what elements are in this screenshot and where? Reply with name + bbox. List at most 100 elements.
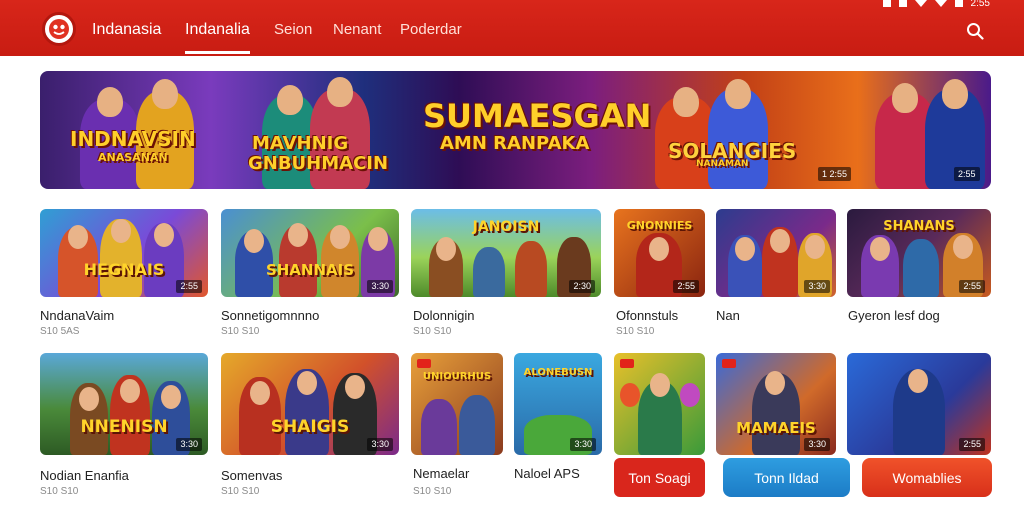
game-card[interactable]: GNONNIES 2:55 <box>614 209 705 297</box>
hero-face <box>97 87 123 117</box>
character-face <box>161 385 181 409</box>
card-label[interactable]: Ofonnstuls <box>616 308 678 324</box>
game-card[interactable]: 2:55 <box>847 353 991 455</box>
game-card[interactable]: MAMAEIS 3:30 <box>716 353 836 455</box>
character-face <box>953 235 973 259</box>
character-face <box>368 227 388 251</box>
card-art-title: SHANNAIS <box>265 261 355 279</box>
game-card[interactable]: HEGNAIS 2:55 <box>40 209 208 297</box>
status-bar: 2:55 <box>882 0 990 9</box>
card-label[interactable]: Sonnetigomnnno <box>221 308 319 324</box>
game-card[interactable]: SHAIGIS 3:30 <box>221 353 399 455</box>
duration-badge: 3:30 <box>367 438 393 451</box>
notification-icon <box>882 0 891 7</box>
character-face <box>650 373 670 397</box>
card-label[interactable]: Naloel APS <box>514 466 580 482</box>
game-card[interactable]: SHANNAIS 3:30 <box>221 209 399 297</box>
game-card[interactable]: JANOISN 2:30 <box>411 209 601 297</box>
card-meta: S10 S10 <box>221 486 260 497</box>
banner-headline: SUMAESGAN <box>423 97 652 135</box>
card-label[interactable]: Nemaelar <box>413 466 469 482</box>
character-face <box>79 387 99 411</box>
hero-face <box>152 79 178 109</box>
hero-face <box>277 85 303 115</box>
card-art-title: HEGNAIS <box>83 260 165 279</box>
banner-subtitle-right: NANAMAN <box>696 159 749 169</box>
action-button-2[interactable]: Tonn Ildad <box>723 458 850 497</box>
card-art-title: JANOISN <box>472 219 540 235</box>
banner-headline-sub: AMN RANPAKA <box>440 133 590 154</box>
card-art-title: UNIOURHUS <box>422 371 492 382</box>
character-art <box>473 247 505 297</box>
card-art-title: ALONEBUSN <box>523 367 593 378</box>
nav-item-active[interactable]: Indanalia <box>185 20 250 54</box>
character-face <box>297 371 317 395</box>
character-face <box>765 371 785 395</box>
card-meta: S10 S10 <box>413 326 452 337</box>
card-meta: S10 5AS <box>40 326 80 337</box>
card-art-title: SHANANS <box>883 219 955 234</box>
action-button-1[interactable]: Ton Soagi <box>614 458 705 497</box>
hero-face <box>942 79 968 109</box>
game-card[interactable]: NNENISN 3:30 <box>40 353 208 455</box>
character-face <box>735 237 755 261</box>
card-meta: S10 S10 <box>616 326 655 337</box>
game-card[interactable]: UNIOURHUS <box>411 353 503 455</box>
duration-badge: 3:30 <box>367 280 393 293</box>
card-label[interactable]: Nan <box>716 308 740 324</box>
banner-subtitle-mid: GNBUHMACIN <box>248 153 389 174</box>
hero-face <box>327 77 353 107</box>
character-face <box>250 381 270 405</box>
character-face <box>649 237 669 261</box>
card-label[interactable]: Gyeron lesf dog <box>848 308 940 324</box>
hero-face <box>892 83 918 113</box>
game-card[interactable]: SHANANS 2:55 <box>847 209 991 297</box>
banner-title-mid: MAVHNIG <box>252 133 349 154</box>
card-art-title: SHAIGIS <box>270 417 350 437</box>
action-button-3[interactable]: Womablies <box>862 458 992 497</box>
hero-banner[interactable]: INDNAVSIN ANASANAN MAVHNIG GNBUHMACIN SU… <box>40 71 991 189</box>
new-tag <box>417 359 431 368</box>
card-art-title: NNENISN <box>80 417 168 437</box>
battery-icon <box>934 0 947 7</box>
character-art <box>421 399 457 455</box>
duration-badge: 3:30 <box>570 438 596 451</box>
card-label[interactable]: Dolonnigin <box>413 308 474 324</box>
character-face <box>330 225 350 249</box>
card-label[interactable]: Somenvas <box>221 468 282 484</box>
character-face <box>870 237 890 261</box>
character-face <box>288 223 308 247</box>
status-time: 2:55 <box>970 0 990 9</box>
character-face <box>436 237 456 261</box>
nav-item-home[interactable]: Indanasia <box>92 20 161 40</box>
card-meta: S10 S10 <box>413 486 452 497</box>
card-label[interactable]: NndanaVaim <box>40 308 114 324</box>
nav-item-5[interactable]: Poderdar <box>400 20 462 40</box>
banner-subtitle-left: ANASANAN <box>98 151 168 164</box>
character-face <box>111 219 131 243</box>
new-tag <box>722 359 736 368</box>
character-face <box>908 369 928 393</box>
game-card[interactable]: 3:30 <box>716 209 836 297</box>
character-face <box>770 229 790 253</box>
character-face <box>345 375 365 399</box>
duration-badge: 2:30 <box>569 280 595 293</box>
character-face <box>120 379 140 403</box>
character-face <box>68 225 88 249</box>
search-icon[interactable] <box>966 22 984 40</box>
banner-title-left: INDNAVSIN <box>70 127 196 151</box>
card-label[interactable]: Nodian Enanfia <box>40 468 129 484</box>
hero-face <box>673 87 699 117</box>
card-meta: S10 S10 <box>40 486 79 497</box>
sim-icon <box>954 0 963 7</box>
duration-badge: 2:55 <box>959 438 985 451</box>
card-meta: S10 S10 <box>221 326 260 337</box>
duration-badge: 2:55 <box>176 280 202 293</box>
nav-item-4[interactable]: Nenant <box>333 20 381 40</box>
nav-item-3[interactable]: Seion <box>274 20 312 40</box>
game-card[interactable]: ALONEBUSN 3:30 <box>514 353 602 455</box>
banner-duration-badge: 1 2:55 <box>818 167 852 181</box>
new-tag <box>620 359 634 368</box>
app-logo-icon[interactable] <box>42 12 76 46</box>
game-card[interactable] <box>614 353 705 455</box>
